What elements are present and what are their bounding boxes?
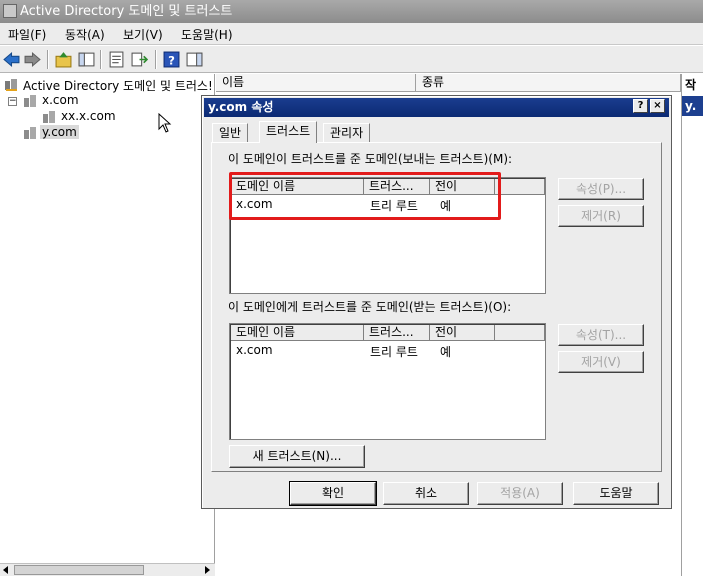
scroll-left-icon[interactable] xyxy=(2,566,10,574)
window-title: Active Directory 도메인 및 트러스트 xyxy=(20,4,233,19)
export-list-icon[interactable] xyxy=(131,51,148,68)
action-pane: 작 y. xyxy=(681,74,703,576)
cell-trust-type: 트리 루트 xyxy=(370,345,418,359)
outgoing-trusts-list[interactable]: 도메인 이름 트러스... 전이 x.com 트리 루트 예 xyxy=(229,177,546,294)
ok-button[interactable]: 확인 xyxy=(289,481,377,506)
column-header-trust-type[interactable]: 트러스... xyxy=(364,179,430,195)
action-pane-icon[interactable] xyxy=(186,51,203,68)
cell-domain: x.com xyxy=(236,343,273,357)
trusts-tab-panel: 이 도메인이 트러스트를 준 도메인(보내는 트러스트)(M): 도메인 이름 … xyxy=(211,142,662,472)
forward-arrow-icon[interactable] xyxy=(24,51,41,68)
toolbar-separator xyxy=(47,50,48,69)
domain-icon xyxy=(24,95,36,107)
properties-icon[interactable] xyxy=(108,51,125,68)
window-titlebar: Active Directory 도메인 및 트러스트 xyxy=(0,0,703,23)
collapse-icon[interactable]: − xyxy=(8,97,17,106)
cell-trust-type: 트리 루트 xyxy=(370,199,418,213)
help-icon[interactable]: ? xyxy=(163,51,180,68)
column-header-type[interactable]: 종류 xyxy=(416,74,681,92)
scroll-right-icon[interactable] xyxy=(203,566,211,574)
column-header-transitive[interactable]: 전이 xyxy=(430,325,495,341)
tree-root[interactable]: Active Directory 도메인 및 트러스! xyxy=(23,77,213,94)
action-pane-header: 작 xyxy=(685,78,697,92)
domain-icon xyxy=(24,127,36,139)
column-header-trust-type[interactable]: 트러스... xyxy=(364,325,430,341)
svg-text:?: ? xyxy=(168,53,175,67)
column-header-filler xyxy=(495,325,545,341)
domain-icon xyxy=(43,111,55,123)
menu-help[interactable]: 도움말(H) xyxy=(181,26,233,43)
tab-general[interactable]: 일반 xyxy=(212,123,249,143)
close-button[interactable]: × xyxy=(650,99,665,113)
column-header-filler xyxy=(495,179,545,195)
column-header-transitive[interactable]: 전이 xyxy=(430,179,495,195)
properties-dialog: y.com 속성 ? × 일반 트러스트 관리자 이 도메인이 트러스트를 준 … xyxy=(201,95,672,509)
mouse-cursor-icon xyxy=(158,113,172,133)
scroll-thumb[interactable] xyxy=(14,565,144,575)
dialog-titlebar: y.com 속성 xyxy=(204,98,669,117)
incoming-trusts-label: 이 도메인에게 트러스트를 준 도메인(받는 트러스트)(O): xyxy=(228,300,512,314)
outgoing-trusts-label: 이 도메인이 트러스트를 준 도메인(보내는 트러스트)(M): xyxy=(228,152,513,166)
action-pane-item[interactable]: y. xyxy=(682,96,703,116)
tree-horizontal-scrollbar[interactable] xyxy=(0,563,215,576)
menu-file[interactable]: 파일(F) xyxy=(8,26,46,43)
cancel-button[interactable]: 취소 xyxy=(383,482,469,505)
tree-item-y-com[interactable]: y.com xyxy=(40,125,79,139)
column-header-domain-name[interactable]: 도메인 이름 xyxy=(231,325,364,341)
tree-item-x-com[interactable]: x.com xyxy=(42,93,79,107)
cell-transitive: 예 xyxy=(440,199,452,213)
tree-pane: Active Directory 도메인 및 트러스! − x.com xx.x… xyxy=(0,74,215,564)
tab-trusts[interactable]: 트러스트 xyxy=(259,121,318,143)
incoming-properties-button[interactable]: 속성(T)... xyxy=(558,324,644,346)
outgoing-remove-button[interactable]: 제거(R) xyxy=(558,205,644,227)
menu-view[interactable]: 보기(V) xyxy=(123,26,163,43)
show-hide-tree-icon[interactable] xyxy=(78,51,95,68)
tree-item-xx-x-com[interactable]: xx.x.com xyxy=(61,109,116,123)
new-trust-button[interactable]: 새 트러스트(N)... xyxy=(229,445,365,468)
menu-bar: 파일(F) 동작(A) 보기(V) 도움말(H) xyxy=(0,23,703,45)
menu-action[interactable]: 동작(A) xyxy=(65,26,105,43)
toolbar-separator xyxy=(100,50,101,69)
incoming-remove-button[interactable]: 제거(V) xyxy=(558,351,644,373)
up-folder-icon[interactable] xyxy=(55,51,72,68)
incoming-trusts-list[interactable]: 도메인 이름 트러스... 전이 x.com 트리 루트 예 xyxy=(229,323,546,440)
dialog-title: y.com 속성 xyxy=(208,100,274,114)
cell-domain: x.com xyxy=(236,197,273,211)
cell-transitive: 예 xyxy=(440,345,452,359)
help-button[interactable]: ? xyxy=(633,99,648,113)
back-arrow-icon[interactable] xyxy=(3,51,20,68)
help-footer-button[interactable]: 도움말 xyxy=(573,482,659,505)
app-icon xyxy=(3,4,17,18)
column-header-name[interactable]: 이름 xyxy=(216,74,416,92)
ad-domains-trusts-icon xyxy=(5,79,17,91)
toolbar-separator xyxy=(155,50,156,69)
toolbar: ? xyxy=(0,46,703,73)
apply-button[interactable]: 적용(A) xyxy=(477,482,563,505)
column-header-domain-name[interactable]: 도메인 이름 xyxy=(231,179,364,195)
outgoing-properties-button[interactable]: 속성(P)... xyxy=(558,178,644,200)
tab-managed-by[interactable]: 관리자 xyxy=(323,123,371,143)
